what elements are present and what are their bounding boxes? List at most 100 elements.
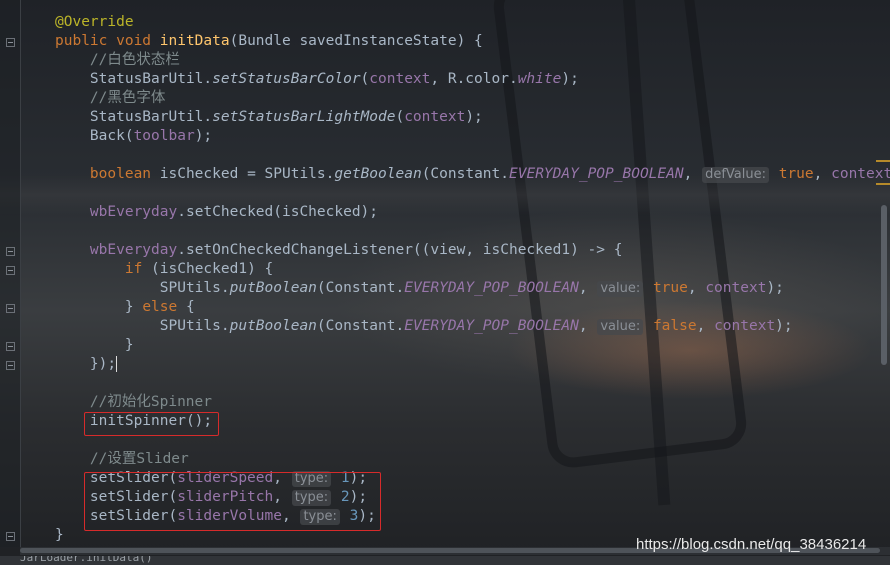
fold-icon[interactable] <box>6 247 15 256</box>
code-token: setSlider( <box>55 470 178 486</box>
code-token: ); <box>349 470 368 486</box>
fold-icon[interactable] <box>6 532 15 541</box>
code-line[interactable]: if (isChecked1) { <box>55 260 273 279</box>
fold-icon[interactable] <box>6 38 15 47</box>
code-line[interactable]: Back(toolbar); <box>55 127 212 146</box>
code-token: .setChecked(isChecked); <box>177 204 379 220</box>
code-token: setStatusBarLightMode <box>212 109 396 125</box>
code-token: } <box>55 337 134 353</box>
code-token: ); <box>349 489 368 505</box>
text-caret <box>116 356 118 372</box>
editor-gutter[interactable] <box>0 0 21 547</box>
code-line[interactable]: initSpinner(); <box>55 412 212 431</box>
breadcrumb-bar[interactable]: JarLoader.initData() <box>0 556 890 565</box>
code-token: sliderSpeed <box>177 470 274 486</box>
code-token: ); <box>766 280 784 296</box>
code-token: ); <box>465 109 483 125</box>
code-token: context <box>831 166 890 182</box>
code-token: } <box>55 299 143 315</box>
code-token: EVERYDAY_POP_BOOLEAN <box>404 318 579 334</box>
code-token: ); <box>194 128 213 144</box>
parameter-hint: value: <box>597 319 644 335</box>
code-token: true <box>652 280 688 296</box>
code-line[interactable]: setSlider(sliderPitch, type: 2); <box>55 488 367 507</box>
code-line[interactable]: //设置Slider <box>55 450 189 469</box>
code-line[interactable]: wbEveryday.setChecked(isChecked); <box>55 203 378 222</box>
code-line[interactable]: } else { <box>55 298 195 317</box>
code-token: if <box>124 261 152 277</box>
code-token: boolean <box>89 166 160 182</box>
code-token: 1 <box>340 470 350 486</box>
code-token: white <box>517 71 562 87</box>
code-token: , <box>578 318 597 334</box>
code-line[interactable]: boolean isChecked = SPUtils.getBoolean(C… <box>55 165 890 184</box>
code-token: setSlider( <box>55 508 178 524</box>
code-token: context <box>714 318 776 334</box>
code-token: (Constant. <box>421 166 509 182</box>
code-line[interactable]: SPUtils.putBoolean(Constant.EVERYDAY_POP… <box>55 279 784 298</box>
fold-icon[interactable] <box>6 304 15 313</box>
code-token: sliderPitch <box>177 489 274 505</box>
code-line[interactable]: } <box>55 336 134 355</box>
fold-icon[interactable] <box>6 266 15 275</box>
code-token: , <box>273 470 291 486</box>
code-token: context <box>404 109 466 125</box>
code-token: , <box>687 280 706 296</box>
code-line[interactable]: //黑色字体 <box>55 89 165 108</box>
code-token: , <box>281 508 300 524</box>
watermark-text: https://blog.csdn.net/qq_38436214 <box>636 536 867 553</box>
code-token: , <box>578 280 597 296</box>
code-token: @Override <box>55 14 134 30</box>
code-token: ( <box>360 71 370 87</box>
error-stripe-marker[interactable] <box>876 160 890 162</box>
code-token: //设置Slider <box>89 451 189 467</box>
code-token: setSlider( <box>55 489 178 505</box>
code-token: context <box>705 280 767 296</box>
code-token: StatusBarUtil. <box>55 109 213 125</box>
background-window-frame-right <box>622 0 830 506</box>
code-line[interactable]: } <box>55 526 64 545</box>
code-token: ); <box>775 318 793 334</box>
code-token: , R.color. <box>430 71 518 87</box>
code-token: context <box>369 71 431 87</box>
code-token: isChecked = SPUtils. <box>159 166 335 182</box>
code-token: StatusBarUtil. <box>55 71 213 87</box>
code-token: false <box>652 318 697 334</box>
breadcrumb-text[interactable]: JarLoader.initData() <box>20 556 152 564</box>
code-token: initSpinner(); <box>55 413 213 429</box>
code-line[interactable]: wbEveryday.setOnCheckedChangeListener((v… <box>55 241 623 260</box>
fold-icon[interactable] <box>6 342 15 351</box>
code-token: ); <box>358 508 376 524</box>
vertical-scrollbar-thumb[interactable] <box>881 205 887 365</box>
code-token: SPUtils. <box>55 318 230 334</box>
code-line[interactable]: setSlider(sliderVolume, type: 3); <box>55 507 376 526</box>
code-line[interactable]: setSlider(sliderSpeed, type: 1); <box>55 469 367 488</box>
code-token: (Bundle savedInstanceState) { <box>229 33 483 49</box>
code-line[interactable]: //初始化Spinner <box>55 393 212 412</box>
code-line[interactable]: @Override <box>55 13 134 32</box>
code-line[interactable]: public void initData(Bundle savedInstanc… <box>55 32 483 51</box>
fold-icon[interactable] <box>6 361 15 370</box>
code-line[interactable]: StatusBarUtil.setStatusBarColor(context,… <box>55 70 579 89</box>
code-line[interactable]: }); <box>55 355 118 374</box>
code-line[interactable]: SPUtils.putBoolean(Constant.EVERYDAY_POP… <box>55 317 793 336</box>
code-editor[interactable]: @Override public void initData(Bundle sav… <box>0 0 890 565</box>
code-token: (Constant. <box>316 280 405 296</box>
code-line[interactable]: StatusBarUtil.setStatusBarLightMode(cont… <box>55 108 483 127</box>
code-token: ( <box>395 109 405 125</box>
code-token: wbEveryday <box>89 242 178 258</box>
code-token: //黑色字体 <box>89 90 166 106</box>
code-line[interactable]: //白色状态栏 <box>55 51 180 70</box>
code-token: (isChecked1) { <box>151 261 274 277</box>
code-token: Back( <box>55 128 134 144</box>
code-token: sliderVolume <box>177 508 282 524</box>
code-token: putBoolean <box>229 318 317 334</box>
error-stripe-marker[interactable] <box>876 183 890 185</box>
code-token: setStatusBarColor <box>212 71 361 87</box>
code-token: //白色状态栏 <box>89 52 180 68</box>
